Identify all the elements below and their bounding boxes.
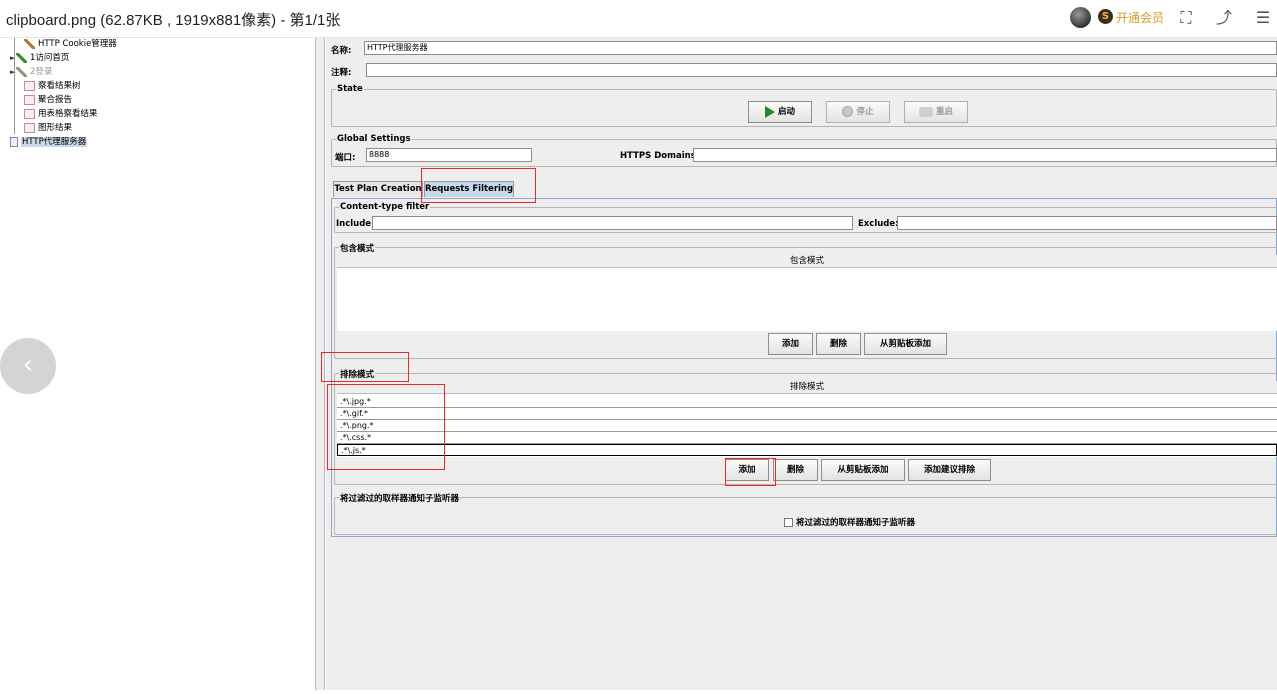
play-icon [764, 105, 775, 118]
name-label: 名称: [331, 46, 352, 56]
include-paste-button[interactable]: 从剪贴板添加 [864, 333, 947, 355]
notify-listeners-option[interactable]: 将过滤过的取样器通知子监听器 [784, 516, 915, 528]
pen-icon [16, 52, 27, 63]
tree-item-table-results[interactable]: 用表格察看结果 [24, 108, 98, 120]
pen-icon [16, 66, 27, 77]
start-label: 启动 [777, 107, 795, 117]
tree-item-aggregate-report[interactable]: 聚合报告 [24, 94, 72, 106]
port-label: 端口: [335, 153, 356, 163]
previous-image-button[interactable]: ‹ [0, 338, 56, 394]
include-patterns-table[interactable]: 包含模式 [337, 255, 1277, 331]
notify-listeners-label: 将过滤过的取样器通知子监听器 [796, 518, 916, 528]
tab-requests-filtering[interactable]: Requests Filtering [424, 181, 514, 197]
exclude-patterns-title: 排除模式 [339, 368, 376, 380]
rotate-icon[interactable]: ⤴ [1213, 8, 1235, 28]
https-domains-label: HTTPS Domains: [620, 151, 700, 161]
exclude-add-button[interactable]: 添加 [725, 459, 769, 481]
exclude-delete-button[interactable]: 删除 [773, 459, 818, 481]
tree-item-label: 察看结果树 [38, 81, 81, 91]
tree-item-label: 1访问首页 [30, 53, 70, 63]
stop-button[interactable]: 停止 [826, 101, 890, 123]
tree-item-label: 用表格察看结果 [38, 109, 98, 119]
tree-item-login[interactable]: ► 2登录 [10, 66, 52, 78]
exclude-paste-button[interactable]: 从剪贴板添加 [821, 459, 905, 481]
exclude-field[interactable] [897, 216, 1277, 230]
global-settings-title: Global Settings [336, 134, 412, 144]
tree-item-http-proxy[interactable]: HTTP代理服务器 [10, 136, 88, 148]
wrench-icon [24, 38, 35, 49]
stop-icon [842, 106, 854, 117]
tree-item-view-results-tree[interactable]: 察看结果树 [24, 80, 81, 92]
tree-item-graph-results[interactable]: 图形结果 [24, 122, 72, 134]
exclude-label: Exclude: [858, 219, 899, 229]
table-row[interactable]: .*\.png.* [337, 420, 1277, 432]
vip-link[interactable]: 开通会员 [1116, 9, 1164, 26]
viewer-title: clipboard.png (62.87KB , 1919x881像素) - 第… [6, 12, 341, 29]
exclude-patterns-table[interactable]: 排除模式 .*\.jpg.* .*\.gif.* .*\.png.* .*\.c… [337, 381, 1277, 457]
proxy-config-panel: 名称: HTTP代理服务器 注释: State 启动 停止 重启 Global … [326, 38, 1277, 690]
restart-label: 重启 [935, 107, 953, 117]
include-patterns-header[interactable]: 包含模式 [337, 255, 1277, 268]
comment-label: 注释: [331, 68, 352, 78]
notify-listeners-title: 将过滤过的取样器通知子监听器 [339, 492, 461, 504]
table-row[interactable]: .*\.gif.* [337, 408, 1277, 420]
table-row-editing[interactable]: .*\.js.* [337, 444, 1277, 456]
tab-test-plan-creation[interactable]: Test Plan Creation [333, 181, 423, 197]
tree-item-label: 聚合报告 [38, 95, 73, 105]
include-patterns-title: 包含模式 [339, 242, 376, 254]
viewer-title-bar: clipboard.png (62.87KB , 1919x881像素) - 第… [0, 0, 1277, 38]
proxy-icon [10, 136, 18, 147]
tree-item-label: HTTP Cookie管理器 [38, 39, 117, 49]
table-row[interactable]: .*\.jpg.* [337, 396, 1277, 408]
user-avatar[interactable] [1070, 7, 1091, 28]
port-field[interactable]: 8888 [366, 148, 532, 162]
graph-icon [24, 108, 35, 119]
tree-item-label: 2登录 [30, 67, 53, 77]
graph-icon [24, 122, 35, 133]
include-label: Include: [336, 219, 375, 229]
menu-icon[interactable]: ☰ [1252, 8, 1274, 28]
requests-filtering-panel: Content-type filter Include: Exclude: 包含… [331, 198, 1277, 537]
vip-badge-icon[interactable]: S [1098, 9, 1113, 24]
include-delete-button[interactable]: 删除 [816, 333, 861, 355]
restart-button[interactable]: 重启 [904, 101, 968, 123]
restart-icon [918, 106, 933, 117]
graph-icon [24, 94, 35, 105]
pane-splitter[interactable] [316, 38, 325, 690]
graph-icon [24, 80, 35, 91]
https-domains-field[interactable] [693, 148, 1277, 162]
table-row[interactable]: .*\.css.* [337, 432, 1277, 444]
fullscreen-icon[interactable]: ⛶ [1175, 8, 1197, 28]
tree-item-cookie-manager[interactable]: HTTP Cookie管理器 [24, 38, 117, 50]
start-button[interactable]: 启动 [748, 101, 812, 123]
include-field[interactable] [372, 216, 853, 230]
include-add-button[interactable]: 添加 [768, 333, 813, 355]
tree-item-label: HTTP代理服务器 [21, 137, 88, 147]
comment-field[interactable] [366, 63, 1277, 77]
notify-listeners-checkbox[interactable] [784, 518, 793, 527]
exclude-suggest-button[interactable]: 添加建议排除 [908, 459, 991, 481]
content-type-filter-title: Content-type filter [339, 202, 431, 212]
tree-item-visit-home[interactable]: ► 1访问首页 [10, 52, 69, 64]
state-title: State [336, 84, 364, 94]
stop-label: 停止 [856, 107, 874, 117]
tree-item-label: 图形结果 [38, 123, 73, 133]
name-field[interactable]: HTTP代理服务器 [364, 41, 1277, 55]
exclude-patterns-header[interactable]: 排除模式 [337, 381, 1277, 394]
